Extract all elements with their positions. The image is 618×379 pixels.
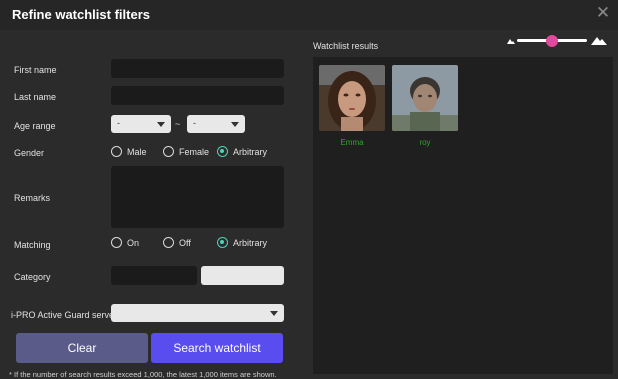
large-mountain-icon: [591, 37, 607, 45]
age-to-value: -: [193, 118, 196, 128]
radio-unchecked-icon: [111, 237, 122, 248]
small-mountain-icon: [507, 39, 515, 44]
radio-unchecked-icon: [163, 237, 174, 248]
matching-label: Matching: [14, 240, 51, 250]
result-name: roy: [419, 138, 431, 147]
matching-option-label: On: [127, 237, 140, 248]
age-range-label: Age range: [14, 121, 56, 131]
close-icon[interactable]: ✕: [594, 4, 612, 22]
search-watchlist-button[interactable]: Search watchlist: [151, 333, 283, 363]
chevron-down-icon: [270, 311, 278, 316]
chevron-down-icon: [231, 122, 239, 127]
gender-radio-male[interactable]: Male: [111, 146, 147, 157]
result-name: Emma: [340, 138, 364, 147]
first-name-label: First name: [14, 65, 57, 75]
results-title: Watchlist results: [313, 41, 379, 51]
results-panel: Emma roy: [313, 57, 613, 374]
radio-unchecked-icon: [163, 146, 174, 157]
last-name-label: Last name: [14, 92, 57, 102]
gender-radio-female[interactable]: Female: [163, 146, 209, 157]
chevron-down-icon: [157, 122, 165, 127]
category-select[interactable]: [201, 266, 284, 285]
first-name-input[interactable]: [111, 59, 284, 78]
gender-label: Gender: [14, 148, 45, 158]
age-range-separator: ~: [175, 119, 181, 129]
radio-checked-icon: [217, 146, 228, 157]
age-from-value: -: [117, 118, 120, 128]
results-limit-note: * If the number of search results exceed…: [9, 370, 277, 379]
zoom-slider-knob[interactable]: [546, 35, 558, 47]
age-to-select[interactable]: -: [187, 115, 245, 133]
remarks-textarea[interactable]: [111, 166, 284, 228]
matching-radio-arbitrary[interactable]: Arbitrary: [217, 237, 267, 248]
zoom-slider-track: [517, 35, 587, 47]
gender-option-label: Female: [179, 146, 210, 157]
face-photo-icon: [392, 65, 458, 131]
title-bar: Refine watchlist filters ✕: [0, 0, 618, 30]
category-input[interactable]: [111, 266, 197, 285]
category-label: Category: [14, 272, 51, 282]
last-name-input[interactable]: [111, 86, 284, 105]
gender-radio-arbitrary[interactable]: Arbitrary: [217, 146, 267, 157]
dialog-title: Refine watchlist filters: [12, 7, 150, 22]
face-photo-icon: [319, 65, 385, 131]
result-thumbnail-emma[interactable]: [319, 65, 385, 131]
matching-option-label: Off: [179, 237, 191, 248]
clear-button[interactable]: Clear: [16, 333, 148, 363]
zoom-slider[interactable]: [505, 34, 607, 48]
age-from-select[interactable]: -: [111, 115, 171, 133]
matching-option-label: Arbitrary: [233, 237, 268, 248]
radio-unchecked-icon: [111, 146, 122, 157]
server-select[interactable]: [111, 304, 284, 322]
gender-option-label: Arbitrary: [233, 146, 268, 157]
server-label: i-PRO Active Guard server: [11, 310, 118, 320]
remarks-label: Remarks: [14, 193, 51, 203]
radio-checked-icon: [217, 237, 228, 248]
matching-radio-off[interactable]: Off: [163, 237, 191, 248]
gender-option-label: Male: [127, 146, 147, 157]
result-thumbnail-roy[interactable]: [392, 65, 458, 131]
matching-radio-on[interactable]: On: [111, 237, 139, 248]
